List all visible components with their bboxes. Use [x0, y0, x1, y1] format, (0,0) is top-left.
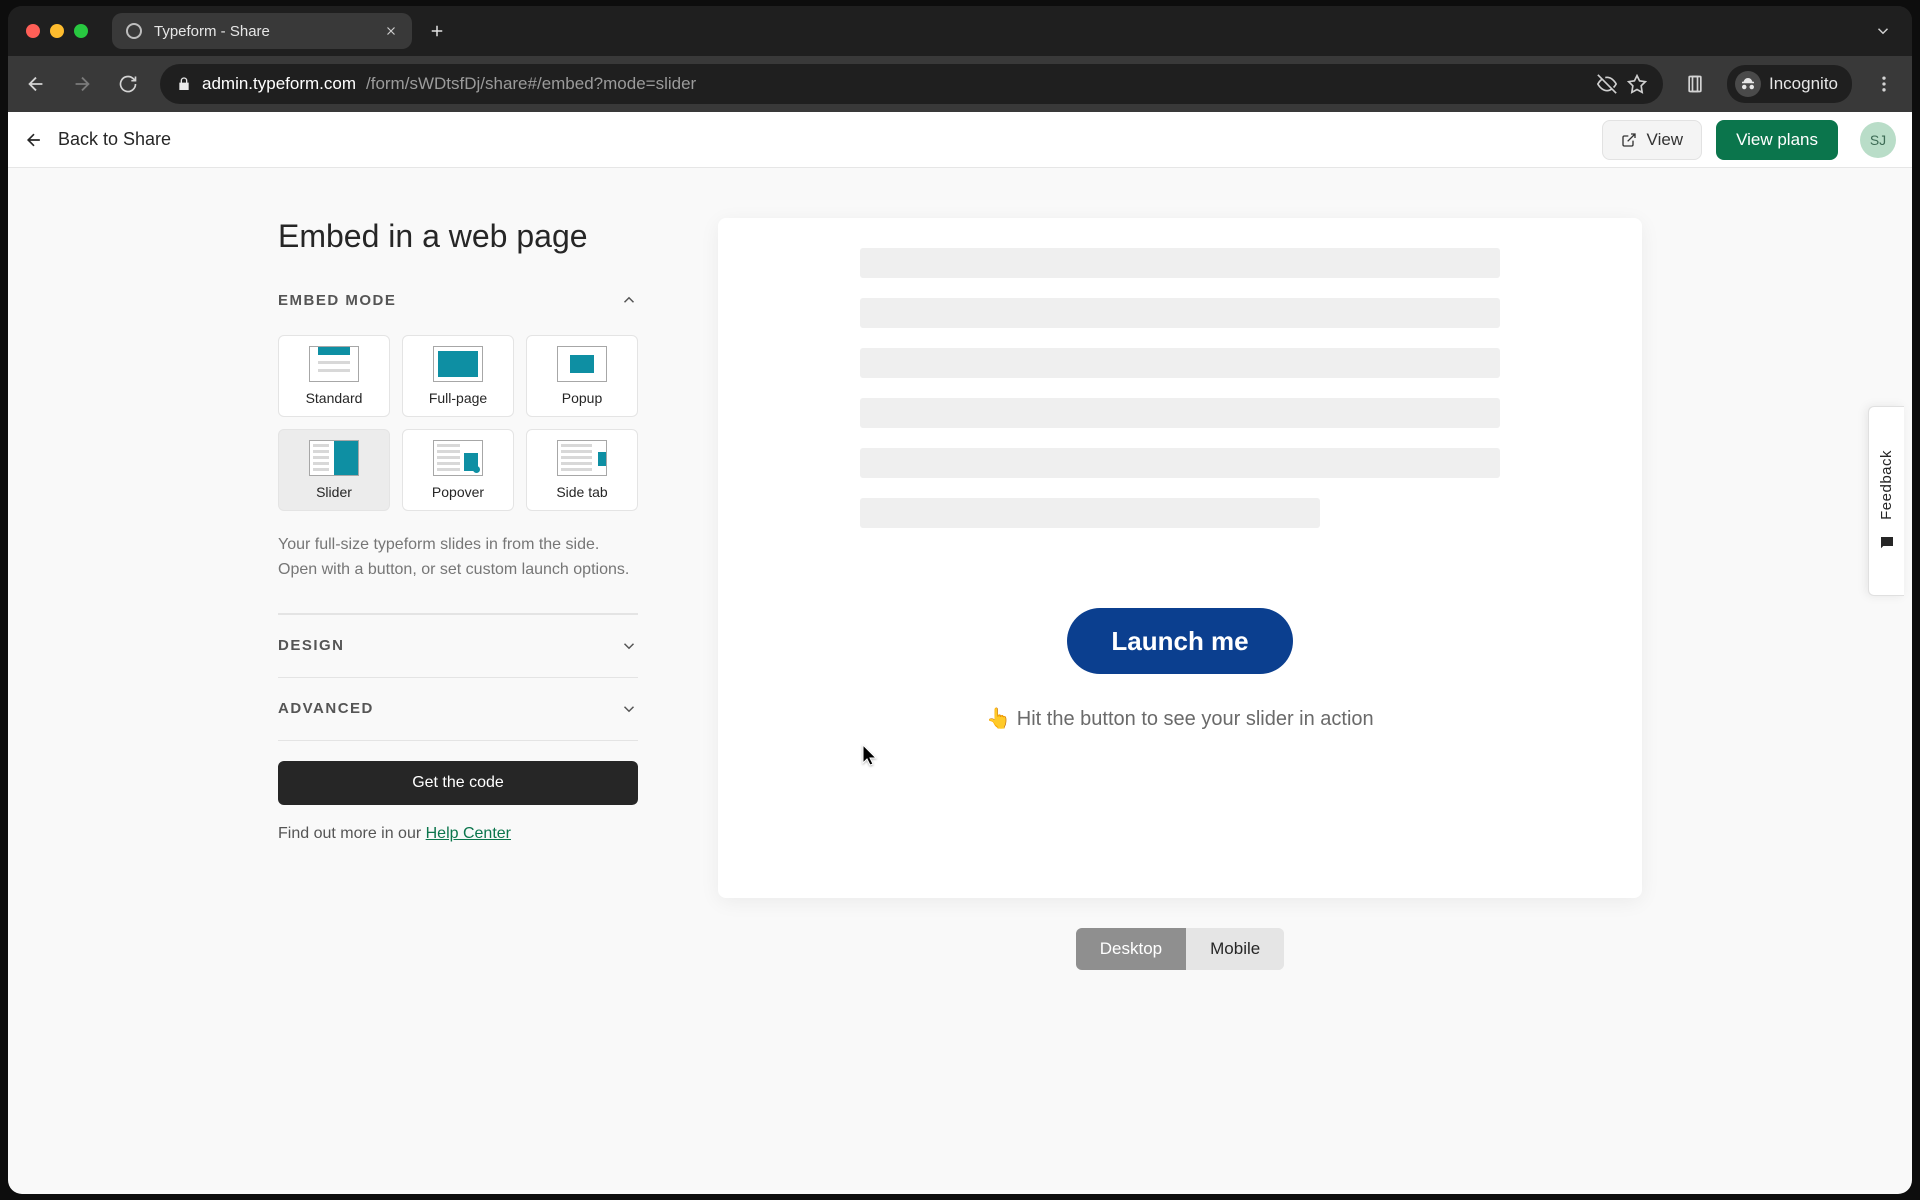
nav-reload-button[interactable] [114, 70, 142, 98]
settings-panel: Embed in a web page Embed mode Standard … [278, 218, 638, 1194]
nav-back-button[interactable] [22, 70, 50, 98]
tab-overflow-button[interactable] [1874, 22, 1892, 40]
get-the-code-button[interactable]: Get the code [278, 761, 638, 805]
section-design[interactable]: Design [278, 614, 638, 677]
device-mobile-button[interactable]: Mobile [1186, 928, 1284, 970]
tab-title: Typeform - Share [154, 23, 332, 40]
incognito-badge[interactable]: Incognito [1727, 65, 1852, 103]
preview-card: Launch me 👆 Hit the button to see your s… [718, 218, 1642, 898]
section-label: Design [278, 637, 345, 654]
tab-favicon-icon [126, 23, 142, 39]
star-icon[interactable] [1627, 74, 1647, 94]
mode-sidetab-icon [557, 440, 607, 476]
page-title: Embed in a web page [278, 218, 638, 255]
skeleton-placeholder [860, 248, 1500, 548]
url-path: /form/sWDtsfDj/share#/embed?mode=slider [366, 74, 696, 94]
external-link-icon [1621, 132, 1637, 148]
mode-slider-icon [309, 440, 359, 476]
mode-fullpage-icon [433, 346, 483, 382]
app-content: Back to Share View View plans SJ Embed i… [8, 112, 1912, 1194]
incognito-label: Incognito [1769, 74, 1838, 94]
section-label: Advanced [278, 700, 374, 717]
skeleton-line [860, 448, 1500, 478]
mode-description: Your full-size typeform slides in from t… [278, 533, 638, 614]
incognito-icon [1735, 71, 1761, 97]
mode-label: Popover [432, 484, 484, 500]
mode-popover-icon [433, 440, 483, 476]
window-controls [26, 24, 88, 38]
app-topbar: Back to Share View View plans SJ [8, 112, 1912, 168]
feedback-icon [1878, 534, 1896, 552]
view-button-label: View [1647, 130, 1684, 150]
mode-sidetab[interactable]: Side tab [526, 429, 638, 511]
nav-forward-button[interactable] [68, 70, 96, 98]
window-zoom-icon[interactable] [74, 24, 88, 38]
device-desktop-label: Desktop [1100, 939, 1162, 958]
skeleton-line [860, 498, 1320, 528]
chevron-up-icon [620, 291, 638, 309]
tab-strip: Typeform - Share [8, 6, 1912, 56]
embed-mode-grid: Standard Full-page Popup Slider [278, 335, 638, 511]
preview-hint: 👆 Hit the button to see your slider in a… [986, 706, 1373, 731]
window-close-icon[interactable] [26, 24, 40, 38]
pointing-up-icon: 👆 [986, 708, 1011, 730]
browser-menu-button[interactable] [1870, 74, 1898, 94]
launch-me-button[interactable]: Launch me [1067, 608, 1292, 674]
section-advanced[interactable]: Advanced [278, 677, 638, 741]
skeleton-line [860, 298, 1500, 328]
device-toggle: Desktop Mobile [1076, 928, 1284, 970]
feedback-side-tab[interactable]: Feedback [1868, 406, 1904, 596]
launch-me-label: Launch me [1111, 626, 1248, 656]
feedback-label: Feedback [1878, 450, 1895, 520]
chevron-down-icon [620, 637, 638, 655]
section-embed-mode[interactable]: Embed mode [278, 291, 638, 331]
preview-panel: Launch me 👆 Hit the button to see your s… [718, 218, 1642, 1194]
skeleton-line [860, 248, 1500, 278]
avatar-initials: SJ [1870, 132, 1886, 148]
help-center-link[interactable]: Help Center [426, 825, 511, 842]
lock-icon [176, 76, 192, 92]
skeleton-line [860, 398, 1500, 428]
new-tab-button[interactable] [422, 16, 452, 46]
mode-popup-icon [557, 346, 607, 382]
mode-label: Full-page [429, 390, 487, 406]
address-bar[interactable]: admin.typeform.com/form/sWDtsfDj/share#/… [160, 64, 1663, 104]
chevron-down-icon [620, 700, 638, 718]
browser-tab[interactable]: Typeform - Share [112, 13, 412, 49]
back-to-share-link[interactable]: Back to Share [24, 129, 171, 150]
mode-label: Side tab [556, 484, 607, 500]
view-plans-label: View plans [1736, 130, 1818, 149]
url-host: admin.typeform.com [202, 74, 356, 94]
view-plans-button[interactable]: View plans [1716, 120, 1838, 160]
skeleton-line [860, 348, 1500, 378]
mode-label: Standard [306, 390, 363, 406]
mode-slider[interactable]: Slider [278, 429, 390, 511]
eye-off-icon[interactable] [1597, 74, 1617, 94]
mode-popup[interactable]: Popup [526, 335, 638, 417]
mode-label: Popup [562, 390, 602, 406]
browser-window: Typeform - Share admin.typeform.com/fo [8, 6, 1912, 1194]
tab-close-button[interactable] [384, 24, 398, 38]
device-desktop-button[interactable]: Desktop [1076, 928, 1186, 970]
back-to-share-label: Back to Share [58, 129, 171, 150]
browser-toolbar: admin.typeform.com/form/sWDtsfDj/share#/… [8, 56, 1912, 112]
preview-hint-text: Hit the button to see your slider in act… [1011, 708, 1373, 730]
view-button[interactable]: View [1602, 120, 1703, 160]
section-label: Embed mode [278, 292, 396, 309]
avatar[interactable]: SJ [1860, 122, 1896, 158]
device-mobile-label: Mobile [1210, 939, 1260, 958]
mode-standard-icon [309, 346, 359, 382]
main-layout: Embed in a web page Embed mode Standard … [8, 168, 1912, 1194]
extensions-button[interactable] [1681, 70, 1709, 98]
help-prefix: Find out more in our [278, 825, 426, 842]
mode-label: Slider [316, 484, 352, 500]
mode-fullpage[interactable]: Full-page [402, 335, 514, 417]
mode-popover[interactable]: Popover [402, 429, 514, 511]
window-minimize-icon[interactable] [50, 24, 64, 38]
help-line: Find out more in our Help Center [278, 825, 638, 843]
get-the-code-label: Get the code [412, 774, 504, 791]
mode-standard[interactable]: Standard [278, 335, 390, 417]
